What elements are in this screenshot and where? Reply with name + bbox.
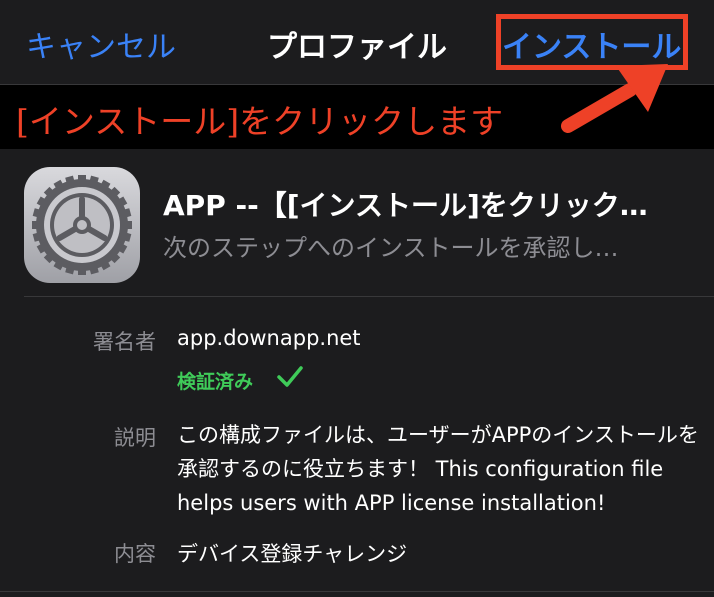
divider	[0, 591, 714, 592]
instruction-text: [インストール]をクリックします	[16, 102, 504, 141]
divider	[24, 296, 714, 297]
contents-value: デバイス登録チャレンジ	[177, 542, 408, 566]
description-value: この構成ファイルは、ユーザーがAPPのインストールを承認するのに役立ちます！ T…	[177, 423, 699, 515]
contents-label: 内容	[114, 542, 156, 566]
profile-title: APP --【[インストール]をクリック…	[163, 189, 648, 222]
profile-subtitle: 次のステップへのインストールを承認し…	[163, 234, 619, 262]
description-label: 説明	[114, 426, 156, 450]
signer-value: app.downapp.net	[177, 326, 361, 350]
profile-details: APP --【[インストール]をクリック… 次のステップへのインストールを承認し…	[0, 150, 714, 597]
arrow-icon	[561, 64, 668, 133]
signer-label: 署名者	[93, 330, 156, 354]
checkmark-icon	[277, 366, 303, 387]
verified-status: 検証済み	[177, 371, 254, 393]
cancel-button[interactable]: キャンセル	[26, 22, 176, 66]
settings-gear-icon	[24, 167, 140, 283]
